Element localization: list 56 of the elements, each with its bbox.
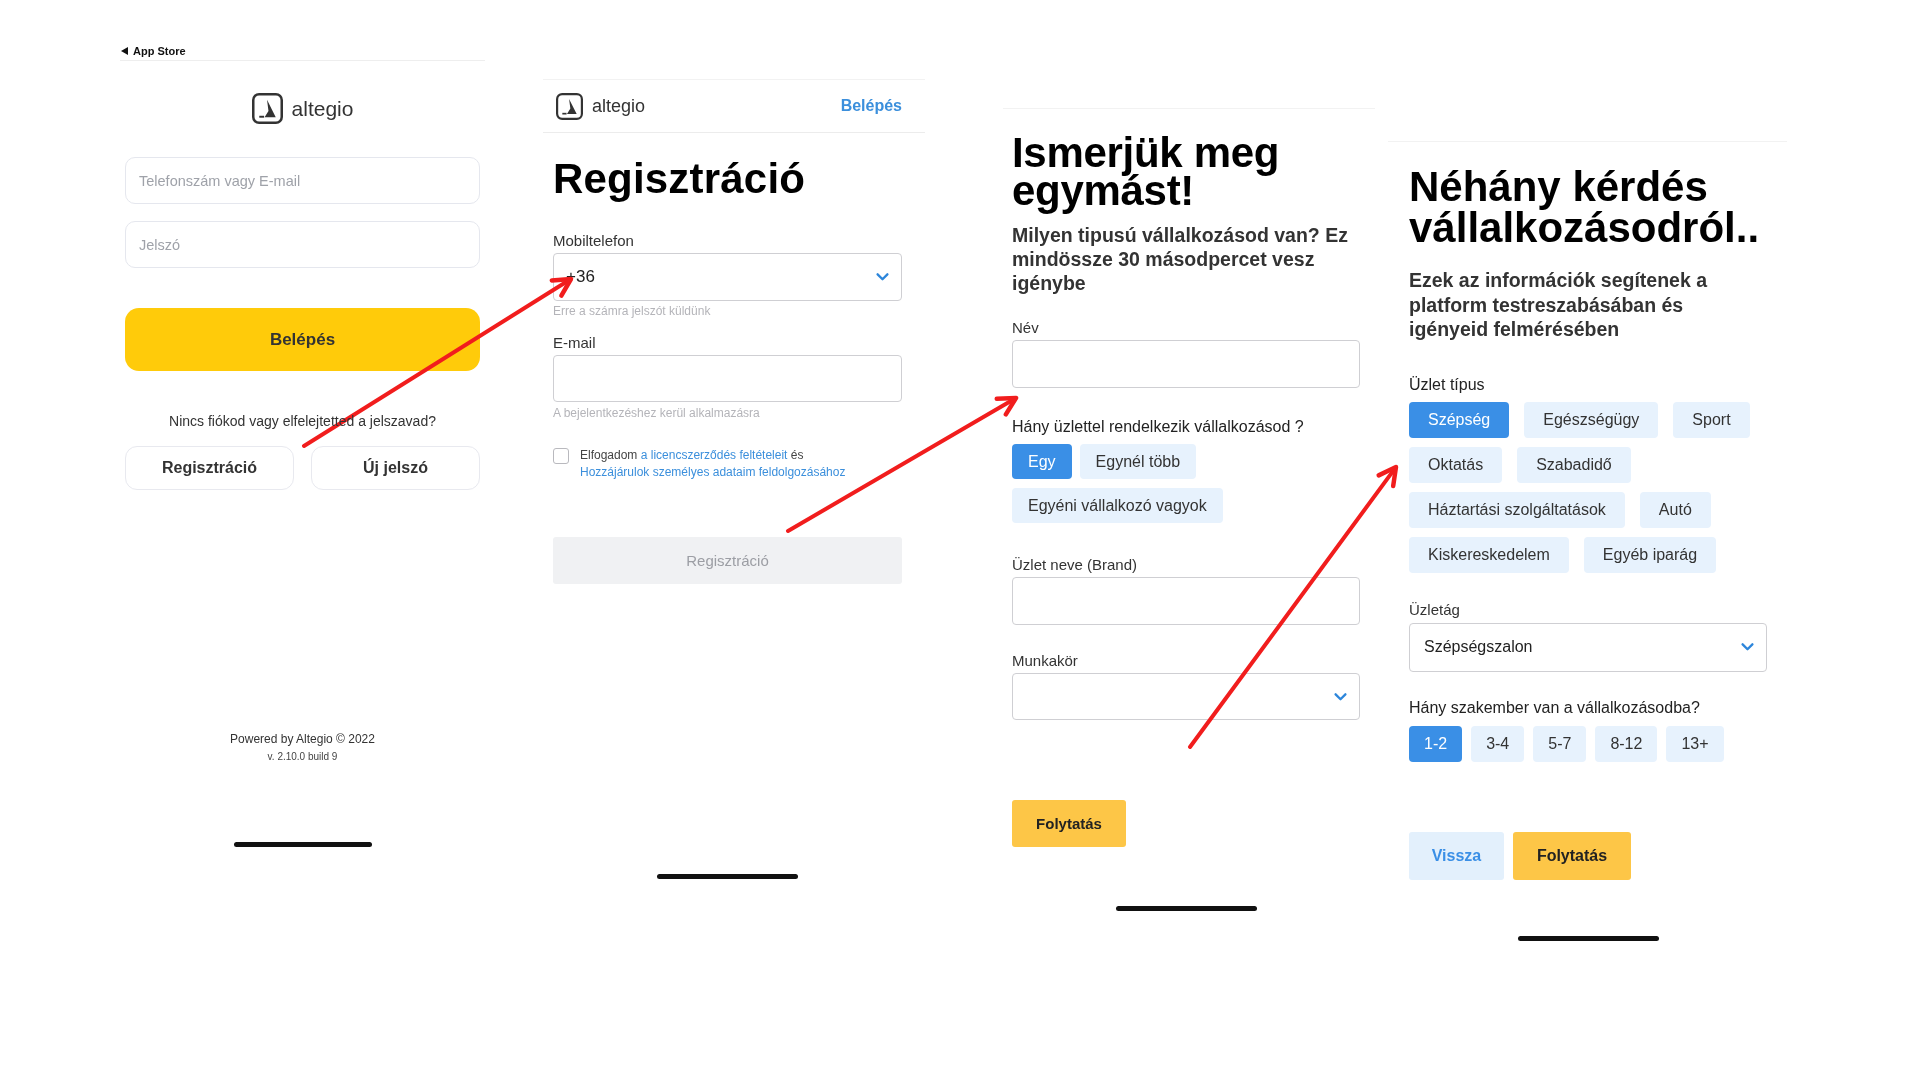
page-title: Néhány kérdés vállalkozásodról..	[1409, 166, 1761, 248]
option-chip[interactable]: Oktatás	[1409, 446, 1503, 483]
question-text: Hány szakember van a vállalkozásodba?	[1409, 697, 1700, 718]
back-link[interactable]: App Store	[121, 44, 186, 58]
email-field[interactable]	[553, 355, 902, 402]
option-chip[interactable]: Sport	[1673, 401, 1750, 438]
option-chip[interactable]: Egészségügy	[1524, 401, 1659, 438]
new-password-button[interactable]: Új jelszó	[311, 446, 480, 490]
option-chip[interactable]: Egyéni vállalkozó vagyok	[1012, 488, 1223, 523]
option-chip[interactable]: 5-7	[1533, 725, 1587, 762]
license-terms-link[interactable]: a licencszerződés feltételeit	[640, 448, 788, 462]
option-chip[interactable]: Autó	[1639, 491, 1711, 528]
option-chip[interactable]: Kiskereskedelem	[1409, 536, 1569, 573]
register-button[interactable]: Regisztráció	[125, 446, 294, 490]
logo-text: altegio	[592, 95, 646, 117]
option-chip[interactable]: Háztartási szolgáltatások	[1409, 491, 1625, 528]
chevron-down-icon	[876, 273, 889, 281]
login-button[interactable]: Belépés	[125, 308, 480, 371]
option-chip[interactable]: Egyéb iparág	[1583, 536, 1717, 573]
powered-by-text: Powered by Altegio © 2022	[230, 731, 375, 747]
industry-select[interactable]: Szépségszalon	[1409, 622, 1767, 672]
business-name-field[interactable]	[1012, 577, 1360, 625]
name-field[interactable]	[1012, 340, 1360, 388]
field-label: Üzlet neve (Brand)	[1012, 556, 1138, 574]
field-label: E-mail	[553, 334, 596, 352]
consent-checkbox[interactable]	[553, 448, 569, 464]
option-chip[interactable]: 13+	[1666, 725, 1724, 762]
logo-icon	[556, 92, 583, 120]
continue-button[interactable]: Folytatás	[1012, 800, 1126, 847]
option-chip[interactable]: 8-12	[1595, 725, 1658, 762]
option-chip[interactable]: 3-4	[1471, 725, 1525, 762]
hint-text: A bejelentkezéshez kerül alkalmazásra	[553, 406, 760, 421]
continue-button[interactable]: Folytatás	[1513, 831, 1631, 880]
field-label: Név	[1012, 319, 1039, 337]
consent-text: Elfogadom a licencszerződés feltételeit és Hozzájárulok személyes adataim feldolgozásához	[580, 447, 847, 481]
hint-text: Erre a számra jelszót küldünk	[553, 304, 711, 319]
back-triangle-icon	[121, 47, 128, 55]
password-field[interactable]: Jelszó	[125, 221, 480, 268]
subtitle-text: Ezek az információk segítenek a platform testreszabásában és igényeid felmérésében	[1409, 268, 1709, 342]
field-label: Üzletág	[1409, 600, 1460, 619]
question-text: Hány üzlettel rendelkezik vállalkozásod ?	[1012, 417, 1304, 437]
field-label: Üzlet típus	[1409, 374, 1485, 395]
role-select[interactable]	[1012, 673, 1360, 720]
data-consent-link[interactable]: Hozzájárulok személyes adataim feldolgozásához	[580, 465, 846, 479]
chevron-down-icon	[1741, 643, 1754, 651]
phone-or-email-field[interactable]: Telefonszám vagy E-mail	[125, 157, 480, 204]
page-title: Regisztráció	[553, 155, 806, 203]
option-chip[interactable]: Egynél több	[1079, 444, 1197, 479]
version-text: v. 2.10.0 build 9	[267, 750, 338, 763]
field-label: Mobiltelefon	[553, 232, 634, 250]
chevron-down-icon	[1334, 692, 1347, 701]
logo-icon	[251, 93, 283, 124]
field-label: Munkakör	[1012, 652, 1078, 670]
option-chip[interactable]: Szabadidő	[1517, 446, 1631, 483]
logo-text: altegio	[291, 96, 354, 121]
subtitle-text: Milyen tipusú vállalkozásod van? Ez mindössze 30 másodpercet vesz igénybe	[1012, 223, 1349, 295]
